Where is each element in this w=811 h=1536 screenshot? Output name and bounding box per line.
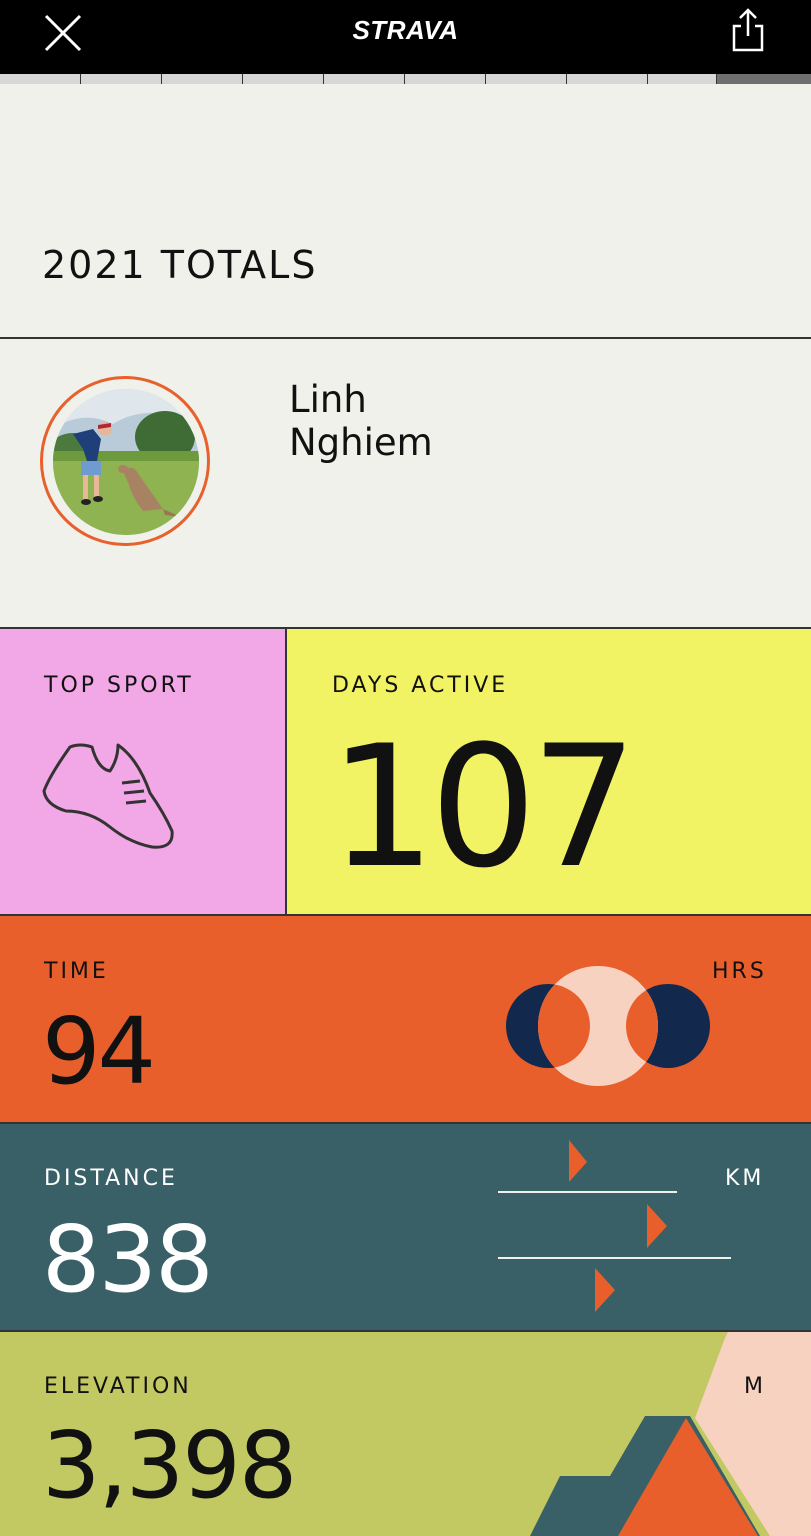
elevation-unit: M [744,1374,766,1399]
elevation-value: 3,398 [42,1412,297,1519]
top-sport-panel: TOP SPORT [0,629,285,915]
progress-segment [162,74,243,84]
progress-segment [324,74,405,84]
top-bar: STRAVA [0,0,811,74]
progress-segment [486,74,567,84]
athlete-last-name: Nghiem [289,421,433,464]
progress-segment-active [717,74,811,84]
progress-segment [405,74,486,84]
share-icon[interactable] [728,6,768,52]
athlete-name: Linh Nghiem [289,378,433,464]
days-active-label: DAYS ACTIVE [332,673,509,698]
top-sport-label: TOP SPORT [44,673,194,698]
time-unit: HRS [712,959,767,984]
days-active-panel: DAYS ACTIVE 107 [287,629,811,915]
distance-panel: DISTANCE KM 838 [0,1124,811,1331]
time-value: 94 [42,998,156,1105]
progress-segment [81,74,162,84]
elevation-graphic-icon [530,1332,811,1536]
athlete-first-name: Linh [289,378,367,421]
distance-graphic-icon [498,1140,731,1312]
time-label: TIME [44,959,109,984]
strava-logo: STRAVA [352,15,459,45]
progress-segment [243,74,324,84]
distance-value: 838 [42,1206,214,1313]
days-active-value: 107 [329,709,638,905]
progress-segment [648,74,717,84]
running-shoe-icon [42,743,174,849]
profile-photo-icon [53,389,199,535]
divider [0,337,811,339]
elevation-label: ELEVATION [44,1374,192,1399]
story-progress-bar [0,74,811,84]
distance-label: DISTANCE [44,1166,178,1191]
time-graphic-icon [506,966,710,1086]
progress-segment [567,74,648,84]
avatar [53,389,199,535]
time-panel: TIME HRS 94 [0,916,811,1122]
progress-segment [0,74,81,84]
elevation-panel: ELEVATION M 3,398 [0,1332,811,1536]
page-title: 2021 TOTALS [42,243,318,287]
